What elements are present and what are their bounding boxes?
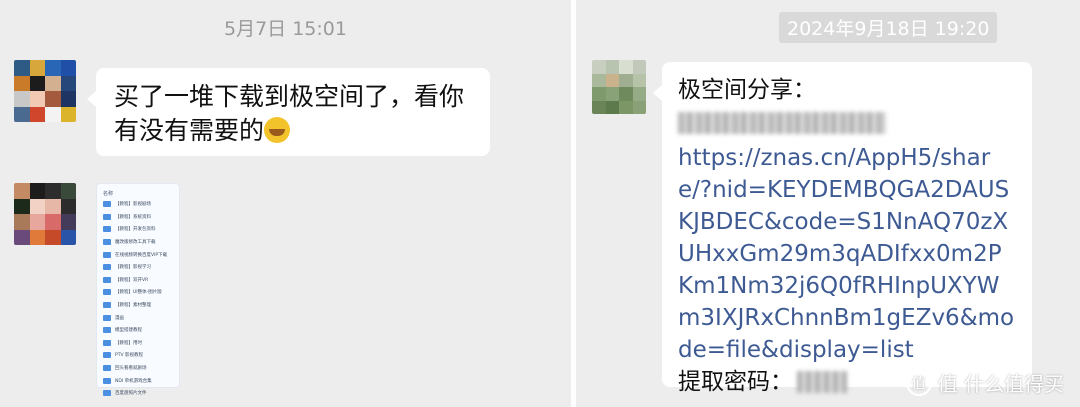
file-row: 漫画 <box>103 311 173 324</box>
grinning-sweat-emoji-icon <box>264 117 291 143</box>
chat-panel-right: 2024年9月18日 19:20 极空间分享： https://znas.cn/… <box>576 0 1080 407</box>
file-row: 在线视频转换百度VIP下载 <box>103 248 173 261</box>
folder-icon <box>103 239 111 246</box>
folder-icon <box>103 201 111 208</box>
share-link[interactable]: https://znas.cn/AppH5/share/?nid=KEYDEMB… <box>678 142 1016 366</box>
folder-icon <box>103 377 111 384</box>
file-row: 回头看看就剧场 <box>103 362 173 375</box>
folder-icon <box>103 213 111 220</box>
folder-icon <box>103 276 111 283</box>
extract-code-label: 提取密码： <box>678 369 793 395</box>
folder-icon <box>103 352 111 359</box>
watermark: 值 值 什么值得买 <box>905 368 1064 397</box>
folder-icon <box>103 339 111 346</box>
message-timestamp: 5月7日 15:01 <box>224 18 347 40</box>
avatar[interactable] <box>14 183 76 245</box>
file-row: 模型搭建教程 <box>103 324 173 337</box>
folder-icon <box>103 390 111 397</box>
file-row: NDI 单机游戏合集 <box>103 374 173 387</box>
avatar[interactable] <box>592 60 646 114</box>
share-title: 极空间分享： <box>678 77 816 103</box>
folder-icon <box>103 289 111 296</box>
folder-icon <box>103 251 111 258</box>
file-row: 【教程】用时 <box>103 337 173 350</box>
folder-icon <box>103 365 111 372</box>
file-row: 【教程】素材整理 <box>103 299 173 312</box>
share-message-bubble[interactable]: 极空间分享： https://znas.cn/AppH5/share/?nid=… <box>653 62 1032 395</box>
watermark-text: 值 什么值得买 <box>937 372 1064 396</box>
file-row: 【教程】开发包资料 <box>103 223 173 236</box>
message-text: 买了一堆下载到极空间了，看你有没有需要的 <box>114 82 465 145</box>
file-row: 【教程】双开VR <box>103 274 173 287</box>
file-row: 百度盘照片文件 <box>103 387 173 400</box>
file-list-header: 名称 <box>103 191 114 197</box>
message-bubble[interactable]: 买了一堆下载到极空间了，看你有没有需要的 <box>87 68 490 156</box>
file-row: 【教程】系统资料 <box>103 211 173 224</box>
file-row: 魔改版修改工具下载 <box>103 236 173 249</box>
message-timestamp: 2024年9月18日 19:20 <box>779 12 998 43</box>
blurred-text <box>678 112 886 134</box>
avatar[interactable] <box>14 60 76 122</box>
chat-panel-left: 5月7日 15:01 买了一堆下载到极空间了，看你有没有需要的 名称 【教程】影… <box>0 0 571 407</box>
folder-icon <box>103 226 111 233</box>
folder-icon <box>103 302 111 309</box>
file-row: 【教程】影视学习 <box>103 261 173 274</box>
file-row: 【教程】UI整体-图片版 <box>103 286 173 299</box>
file-row: 【教程】影视剧场 <box>103 198 173 211</box>
folder-icon <box>103 264 111 271</box>
smzdm-logo-icon: 值 <box>905 369 932 396</box>
blurred-code <box>797 371 847 393</box>
file-list-screenshot[interactable]: 名称 【教程】影视剧场 【教程】系统资料 【教程】开发包资料 魔改版修改工具下载… <box>96 183 180 397</box>
folder-icon <box>103 314 111 321</box>
file-row: PTV 影视教程 <box>103 349 173 362</box>
folder-icon <box>103 327 111 334</box>
